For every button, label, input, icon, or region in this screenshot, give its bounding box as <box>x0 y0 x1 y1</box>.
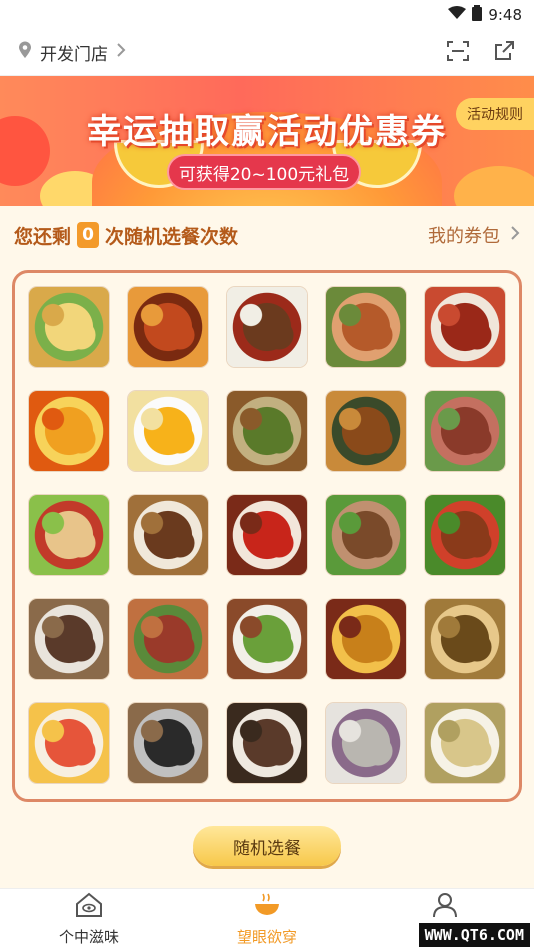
dish-grid-container <box>12 270 522 802</box>
dish-thumbnail[interactable] <box>128 599 208 679</box>
dish-thumbnail[interactable] <box>425 495 505 575</box>
remaining-count: 您还剩 0 次随机选餐次数 <box>14 222 238 249</box>
dish-thumbnail[interactable] <box>29 495 109 575</box>
store-selector[interactable]: 开发门店 <box>18 40 126 65</box>
banner-title: 幸运抽取赢活动优惠券 <box>87 112 447 152</box>
decor-blob <box>454 166 534 206</box>
user-icon <box>430 892 460 922</box>
share-icon[interactable] <box>492 39 516 67</box>
store-label: 开发门店 <box>40 45 108 65</box>
banner-subtitle: 可获得20~100元礼包 <box>167 154 361 190</box>
tab-label: 个中滋味 <box>58 927 119 946</box>
chevron-right-icon <box>510 225 520 246</box>
dish-thumbnail[interactable] <box>326 391 406 471</box>
dish-thumbnail[interactable] <box>425 599 505 679</box>
dish-thumbnail[interactable] <box>326 495 406 575</box>
top-bar: 开发门店 <box>0 30 534 76</box>
info-row: 您还剩 0 次随机选餐次数 我的券包 <box>0 206 534 264</box>
dish-thumbnail[interactable] <box>326 287 406 367</box>
count-badge: 0 <box>77 222 100 248</box>
tab-label: 望眼欲穿 <box>236 927 297 946</box>
dish-thumbnail[interactable] <box>29 703 109 783</box>
dish-thumbnail[interactable] <box>227 287 307 367</box>
activity-rules-button[interactable]: 活动规则 <box>456 98 534 130</box>
dish-thumbnail[interactable] <box>326 703 406 783</box>
scan-icon[interactable] <box>446 40 470 66</box>
dish-thumbnail[interactable] <box>425 391 505 471</box>
location-pin-icon <box>18 41 32 64</box>
chevron-right-icon <box>116 42 126 63</box>
battery-icon <box>472 5 483 25</box>
wifi-icon <box>448 6 467 24</box>
dish-thumbnail[interactable] <box>29 391 109 471</box>
bowl-icon <box>252 892 282 922</box>
remain-prefix: 您还剩 <box>14 225 72 248</box>
dish-thumbnail[interactable] <box>227 703 307 783</box>
dish-thumbnail[interactable] <box>128 287 208 367</box>
dish-thumbnail[interactable] <box>29 287 109 367</box>
site-watermark: WWW.QT6.COM <box>418 923 530 947</box>
dish-thumbnail[interactable] <box>29 599 109 679</box>
dish-thumbnail[interactable] <box>425 287 505 367</box>
dish-thumbnail[interactable] <box>227 599 307 679</box>
dish-grid <box>29 287 505 783</box>
dish-thumbnail[interactable] <box>227 495 307 575</box>
dish-thumbnail[interactable] <box>326 599 406 679</box>
dish-thumbnail[interactable] <box>128 703 208 783</box>
dish-thumbnail[interactable] <box>227 391 307 471</box>
random-pick-button[interactable]: 随机选餐 <box>193 826 341 866</box>
coupons-label: 我的券包 <box>428 226 500 247</box>
dish-thumbnail[interactable] <box>128 495 208 575</box>
clock-time: 9:48 <box>488 6 522 24</box>
my-coupons-link[interactable]: 我的券包 <box>428 222 520 248</box>
remain-suffix: 次随机选餐次数 <box>105 225 239 248</box>
house-eye-icon <box>74 892 104 922</box>
tab-home[interactable]: 个中滋味 <box>29 892 149 947</box>
status-bar: 9:48 <box>0 0 534 30</box>
dish-thumbnail[interactable] <box>128 391 208 471</box>
promo-banner[interactable]: 幸运抽取赢活动优惠券 可获得20~100元礼包 活动规则 <box>0 76 534 206</box>
tab-random[interactable]: 望眼欲穿 <box>207 892 327 947</box>
dish-thumbnail[interactable] <box>425 703 505 783</box>
